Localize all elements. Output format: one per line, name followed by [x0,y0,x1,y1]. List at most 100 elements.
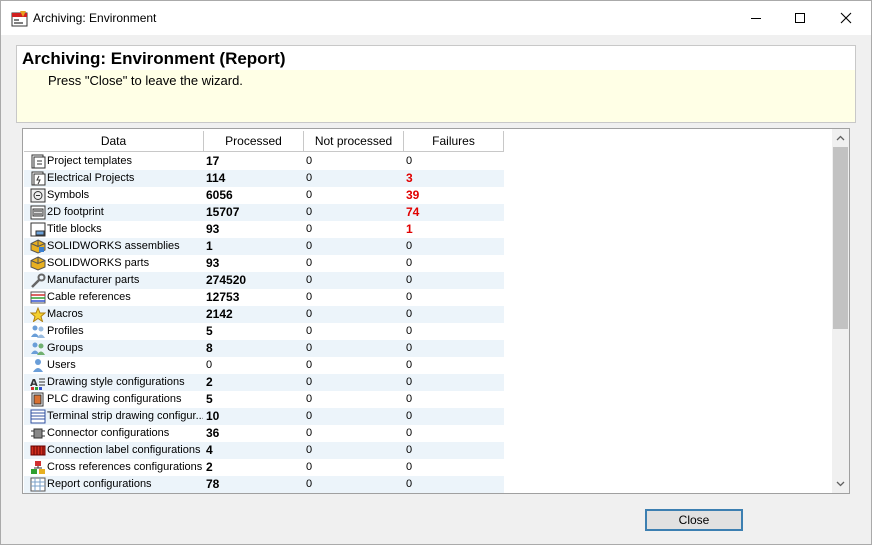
row-label: Manufacturer parts [47,274,140,286]
cable-icon [30,291,46,304]
not-processed-count: 0 [306,478,313,490]
wrench-icon [31,273,46,288]
title-bar: Archiving: Environment [1,1,871,35]
table-row[interactable]: Profiles 5 0 0 [24,323,504,340]
table-row[interactable]: Electrical Projects 114 0 3 [24,170,504,187]
table-row[interactable]: Connection label configurations 4 0 0 [24,442,504,459]
table-row[interactable]: Connector configurations 36 0 0 [24,425,504,442]
minimize-button[interactable] [733,1,779,35]
archiving-window: Archiving: Environment Archiving: Enviro… [0,0,872,545]
table-row[interactable]: SOLIDWORKS assemblies 1 0 0 [24,238,504,255]
maximize-button[interactable] [777,1,823,35]
window-close-button[interactable] [823,1,869,35]
table-row[interactable]: Macros 2142 0 0 [24,306,504,323]
table-row[interactable]: Groups 8 0 0 [24,340,504,357]
not-processed-count: 0 [306,325,313,337]
cross-reference-icon [31,461,45,474]
row-label: Connection label configurations [47,444,201,456]
processed-count: 2 [206,375,213,389]
close-icon [840,12,852,24]
part-icon [30,256,46,271]
failures-count: 0 [406,478,413,490]
not-processed-count: 0 [306,393,313,405]
row-label: Symbols [47,189,90,201]
terminal-strip-icon [30,409,46,424]
failures-count: 0 [406,427,413,439]
processed-count: 0 [206,359,213,371]
not-processed-count: 0 [306,427,313,439]
processed-count: 15707 [206,205,240,219]
processed-count: 17 [206,154,220,168]
processed-count: 6056 [206,188,233,202]
minimize-icon [751,18,761,19]
table-row[interactable]: Report configurations 78 0 0 [24,476,504,493]
profiles-icon [31,325,45,338]
not-processed-count: 0 [306,376,313,388]
scroll-down-button[interactable] [832,477,849,491]
header-title-strip: Archiving: Environment (Report) [17,46,855,70]
vertical-scrollbar[interactable] [832,129,849,493]
row-label: PLC drawing configurations [47,393,182,405]
processed-count: 2142 [206,307,233,321]
row-label: Electrical Projects [47,172,135,184]
column-header-data[interactable]: Data [24,131,204,152]
table-row[interactable]: Title blocks 93 0 1 [24,221,504,238]
table-row[interactable]: Cable references 12753 0 0 [24,289,504,306]
processed-count: 10 [206,409,220,423]
footprint-icon [30,205,46,220]
scroll-up-button[interactable] [832,131,849,145]
processed-count: 5 [206,324,213,338]
failures-count: 39 [406,188,420,202]
not-processed-count: 0 [306,342,313,354]
table-row[interactable]: A Drawing style configurations 2 0 0 [24,374,504,391]
processed-count: 274520 [206,273,247,287]
table-body: Project templates 17 0 0 Electrical Projects… [24,153,504,493]
processed-count: 4 [206,443,213,457]
row-label: Macros [47,308,84,320]
failures-count: 0 [406,376,413,388]
table-row[interactable]: 2D footprint 15707 0 74 [24,204,504,221]
not-processed-count: 0 [306,410,313,422]
star-icon [30,307,46,322]
assembly-icon [30,239,46,254]
row-label: 2D footprint [47,206,104,218]
failures-count: 3 [406,171,413,185]
column-header-not-processed[interactable]: Not processed [304,131,404,152]
close-button[interactable]: Close [645,509,743,531]
failures-count: 0 [406,308,413,320]
row-label: SOLIDWORKS assemblies [47,240,180,252]
not-processed-count: 0 [306,257,313,269]
failures-count: 0 [406,257,413,269]
row-label: Project templates [47,155,132,167]
scrollbar-thumb[interactable] [833,147,848,329]
not-processed-count: 0 [306,206,313,218]
processed-count: 93 [206,256,220,270]
column-header-processed[interactable]: Processed [204,131,304,152]
table-row[interactable]: SOLIDWORKS parts 93 0 0 [24,255,504,272]
connector-icon [31,428,45,439]
failures-count: 0 [406,155,413,167]
table-row[interactable]: Users 0 0 0 [24,357,504,374]
table-row[interactable]: Symbols 6056 0 39 [24,187,504,204]
table-row[interactable]: Project templates 17 0 0 [24,153,504,170]
table-row[interactable]: Terminal strip drawing configur... 10 0 0 [24,408,504,425]
maximize-icon [795,13,805,23]
report-table: Data Processed Not processed Failures Pr… [22,128,850,494]
column-header-failures[interactable]: Failures [404,131,504,152]
table-row[interactable]: PLC drawing configurations 5 0 0 [24,391,504,408]
row-label: SOLIDWORKS parts [47,257,150,269]
failures-count: 0 [406,359,413,371]
processed-count: 8 [206,341,213,355]
not-processed-count: 0 [306,189,313,201]
not-processed-count: 0 [306,291,313,303]
failures-count: 0 [406,444,413,456]
table-row[interactable]: Cross references configurations 2 0 0 [24,459,504,476]
app-icon [11,11,28,27]
not-processed-count: 0 [306,308,313,320]
failures-count: 0 [406,240,413,252]
project-template-icon [31,154,46,169]
failures-count: 1 [406,222,413,236]
title-block-icon [30,222,46,237]
table-row[interactable]: Manufacturer parts 274520 0 0 [24,272,504,289]
row-label: Title blocks [47,223,102,235]
